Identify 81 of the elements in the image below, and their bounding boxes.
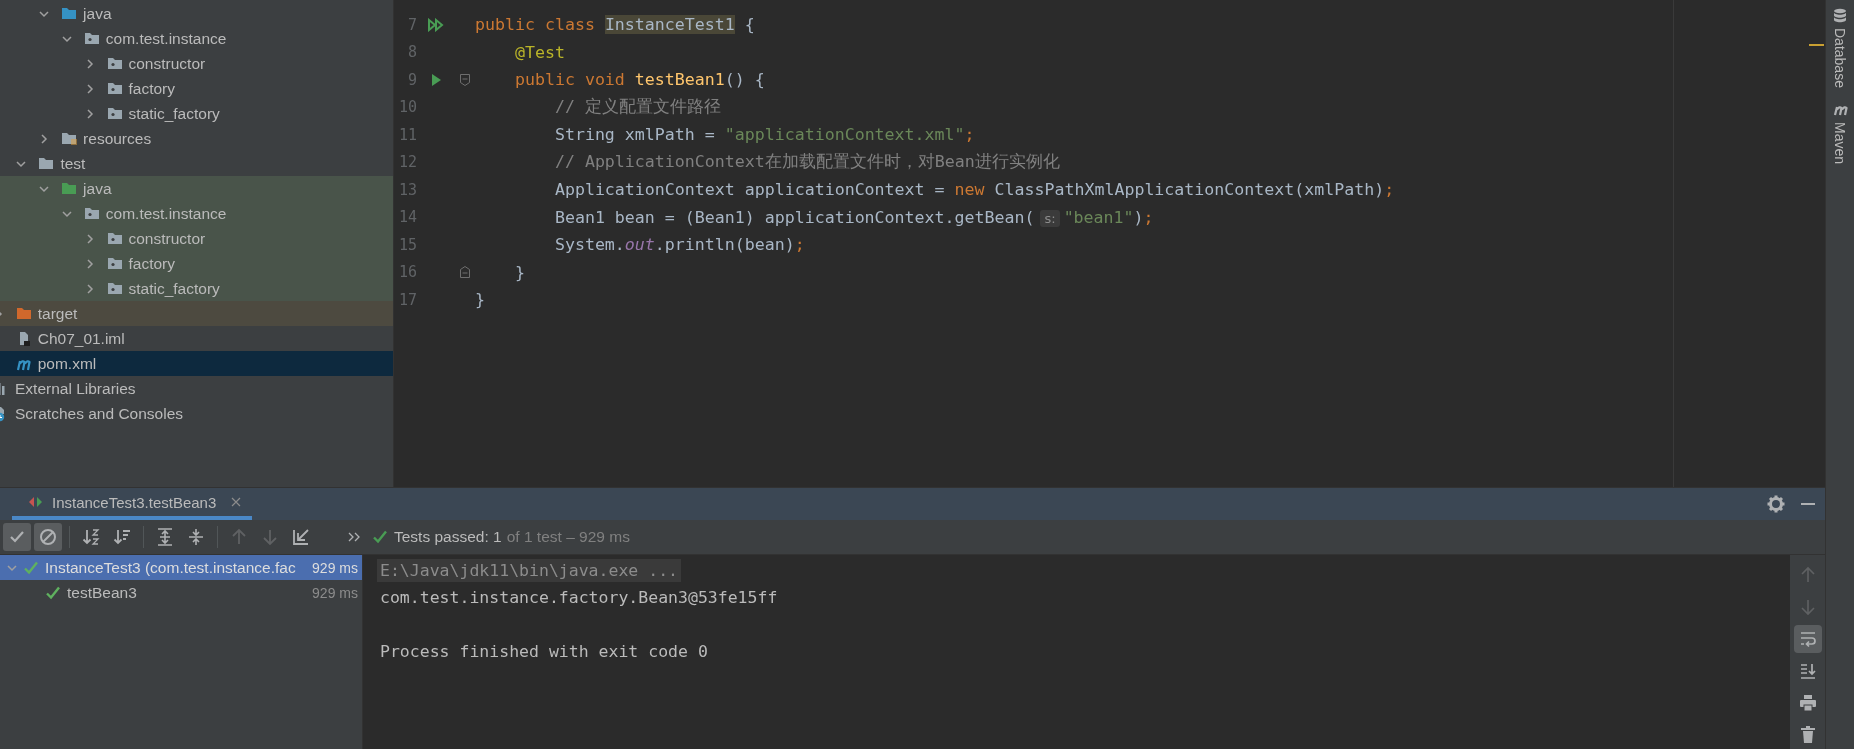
line-number: 12 [397, 153, 417, 172]
code-line: ApplicationContext applicationContext = new ClassPathXmlApplicationContext(xmlPath); [553, 180, 1395, 200]
tree-item[interactable]: constructor [0, 51, 393, 76]
check-icon [45, 584, 61, 601]
test-status-detail: of 1 test – 929 ms [506, 528, 630, 546]
package-icon [106, 230, 123, 247]
line-number: 9 [406, 70, 417, 89]
console-command: E:\Java\jdk11\bin\java.exe ... [377, 559, 681, 582]
line-number: 8 [406, 43, 417, 62]
tool-window-button[interactable]: Database [1832, 28, 1848, 88]
code-line: Bean1 bean = (Bean1) applicationContext.getBean( s: "bean1"); [553, 207, 1154, 227]
code-line: public void testBean1() { [513, 70, 765, 90]
code-line: } [475, 290, 485, 310]
expand-all-icon[interactable] [155, 527, 175, 547]
sort-icon[interactable] [112, 527, 132, 547]
test-item[interactable]: testBean3 929 ms [0, 580, 362, 605]
folder-icon [61, 180, 78, 197]
line-number: 13 [397, 180, 417, 199]
close-icon[interactable] [230, 496, 243, 508]
database-icon[interactable] [1832, 8, 1848, 23]
code-line: String xmlPath = "applicationContext.xml"; [553, 125, 975, 145]
line-number: 7 [406, 15, 417, 34]
package-icon [106, 255, 123, 272]
tree-item[interactable]: com.test.instance [0, 201, 393, 226]
run-icon[interactable] [427, 17, 445, 32]
line-number: 15 [397, 235, 417, 254]
code-line: // ApplicationContext在加载配置文件时，对Bean进行实例化 [553, 151, 1060, 174]
fold-icon[interactable] [459, 72, 471, 87]
collapse-all-icon[interactable] [186, 527, 206, 547]
package-icon [106, 80, 123, 97]
tree-item[interactable]: resources [0, 126, 393, 151]
line-number: 14 [397, 208, 417, 227]
test-status-text: Tests passed: 1 [394, 528, 502, 546]
code-line: System.out.println(bean); [553, 235, 805, 255]
folder-icon [61, 5, 78, 22]
check-icon [372, 529, 388, 545]
check-icon [23, 559, 39, 576]
package-icon [83, 30, 100, 47]
tree-item[interactable]: Ch07_01.iml [0, 326, 393, 351]
tree-item[interactable]: constructor [0, 226, 393, 251]
line-number: 16 [397, 263, 417, 282]
line-number: 17 [397, 290, 417, 309]
warning-stripe-mark [1809, 44, 1824, 46]
code-line: } [513, 262, 525, 282]
resource-folder-icon [61, 130, 78, 147]
tree-item[interactable]: static_factory [0, 276, 393, 301]
fold-icon[interactable] [459, 265, 471, 280]
folder-icon [38, 155, 55, 172]
tree-item[interactable]: java [0, 1, 393, 26]
import-icon[interactable] [291, 527, 311, 547]
package-icon [83, 205, 100, 222]
tree-item[interactable]: test [0, 151, 393, 176]
tree-item[interactable]: External Libraries [0, 376, 393, 401]
tree-item[interactable]: factory [0, 76, 393, 101]
test-run-icon [28, 495, 44, 509]
code-line: @Test [513, 42, 565, 62]
test-item[interactable]: InstanceTest3 (com.test.instance.fac 929 ms [0, 555, 362, 580]
tree-item[interactable]: com.test.instance [0, 26, 393, 51]
tree-item[interactable]: factory [0, 251, 393, 276]
line-number: 10 [397, 98, 417, 117]
settings-icon[interactable] [1767, 495, 1785, 513]
tool-window-button[interactable]: Maven [1832, 121, 1848, 164]
code-line: // 定义配置文件路径 [553, 96, 721, 119]
line-number: 11 [397, 125, 417, 144]
tree-item[interactable]: java [0, 176, 393, 201]
console-output: Process finished with exit code 0 [379, 641, 709, 663]
folder-icon [15, 305, 32, 322]
tree-item[interactable]: Scratches and Consoles [0, 401, 393, 426]
code-line: public class InstanceTest1 { [475, 15, 755, 35]
run-icon[interactable] [429, 72, 443, 87]
test-duration: 929 ms [312, 559, 358, 576]
console-output: com.test.instance.factory.Bean3@53fe15ff [379, 587, 779, 609]
package-icon [106, 55, 123, 72]
tree-item[interactable]: target [0, 301, 393, 326]
test-duration: 929 ms [312, 584, 358, 601]
tree-item[interactable]: pom.xml [0, 351, 393, 376]
package-icon [106, 280, 123, 297]
package-icon [106, 105, 123, 122]
print-icon[interactable] [1797, 693, 1818, 713]
tree-item[interactable]: static_factory [0, 101, 393, 126]
sort-icon[interactable] [81, 527, 101, 547]
